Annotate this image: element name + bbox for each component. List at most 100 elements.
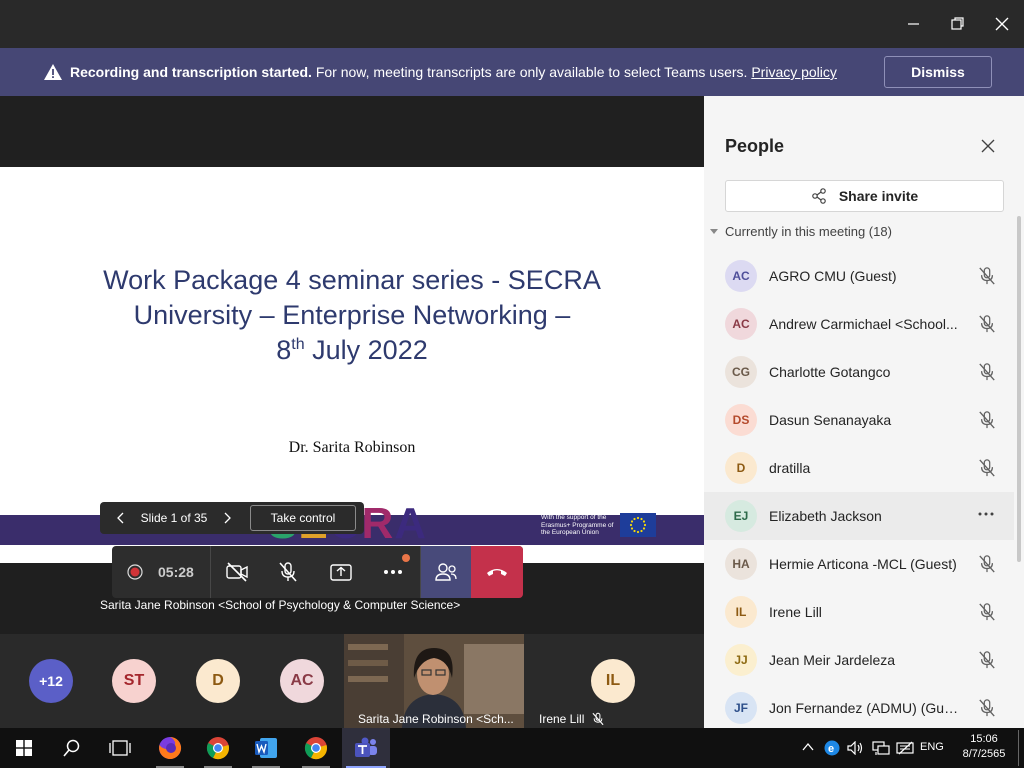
keyboard-icon[interactable] [896, 740, 914, 756]
slide-title-line-3: 8th July 2022 [0, 335, 704, 366]
slide-title-line-2: University – Enterprise Networking – [133, 300, 571, 330]
participant-row[interactable]: DS Dasun Senanayaka [704, 396, 1014, 444]
avatar: D [725, 452, 757, 484]
clock-time: 15:06 [970, 733, 998, 745]
search-button[interactable] [48, 728, 96, 768]
eu-flag-icon [620, 513, 656, 537]
participant-row[interactable]: IL Irene Lill [704, 588, 1014, 636]
participant-mic-status [978, 650, 996, 670]
hang-up-button[interactable] [471, 546, 523, 598]
participant-mic-status [978, 458, 996, 478]
participant-name: Dasun Senanayaka [769, 412, 892, 428]
share-content-button[interactable] [316, 546, 366, 598]
volume-icon[interactable] [847, 741, 865, 755]
avatar: DS [725, 404, 757, 436]
minimize-icon [908, 23, 919, 25]
svg-text:e: e [828, 743, 834, 755]
meeting-controls: 05:28 [112, 546, 523, 598]
participant-row[interactable]: CG Charlotte Gotangco [704, 348, 1014, 396]
meeting-section-header[interactable]: Currently in this meeting (18) [710, 224, 892, 239]
chrome-taskbar-button-2[interactable] [292, 728, 340, 768]
participant-name: Irene Lill [769, 604, 822, 620]
participant-more-button[interactable] [978, 512, 994, 516]
start-button[interactable] [0, 728, 48, 768]
tile-name-label: Irene Lill [539, 712, 585, 726]
participant-row[interactable]: AC Andrew Carmichael <School... [704, 300, 1014, 348]
chevron-up-icon[interactable] [802, 742, 814, 752]
privacy-policy-link[interactable]: Privacy policy [751, 64, 837, 80]
close-icon [981, 139, 995, 153]
participant-mic-status [978, 410, 996, 430]
participant-row[interactable]: EJ Elizabeth Jackson [704, 492, 1014, 540]
participant-row[interactable]: Ddratilla [704, 444, 1014, 492]
mic-off-icon [592, 712, 604, 726]
take-control-button[interactable]: Take control [250, 505, 356, 531]
avatar[interactable]: ST [112, 659, 156, 703]
word-taskbar-button[interactable] [242, 728, 290, 768]
participant-name: Charlotte Gotangco [769, 364, 891, 380]
participant-row[interactable]: JF Jon Fernandez (ADMU) (Gue... [704, 684, 1014, 732]
show-participants-button[interactable] [421, 546, 471, 598]
participant-row[interactable]: HA Hermie Articona -MCL (Guest) [704, 540, 1014, 588]
window-title-bar [0, 0, 1024, 48]
more-actions-button[interactable] [368, 546, 418, 598]
avatar: IL [725, 596, 757, 628]
input-language[interactable]: ENG [920, 741, 944, 753]
system-clock[interactable]: 15:06 8/7/2565 [956, 732, 1012, 762]
participant-mic-status [978, 266, 996, 286]
edge-tray-icon[interactable]: e [824, 740, 840, 756]
next-slide-button[interactable] [214, 502, 242, 534]
presenter-video-tile[interactable]: Sarita Jane Robinson <Sch... [344, 634, 524, 728]
restore-icon [951, 17, 964, 30]
people-panel: People Share invite Currently in this me… [704, 96, 1024, 728]
panel-scrollbar[interactable] [1017, 216, 1021, 562]
camera-off-icon [226, 562, 248, 582]
chrome-taskbar-button[interactable] [194, 728, 242, 768]
camera-toggle-button[interactable] [212, 546, 262, 598]
avatar: JF [725, 692, 757, 724]
participant-name: dratilla [769, 460, 811, 476]
participant-row[interactable]: JJ Jean Meir Jardeleza [704, 636, 1014, 684]
participant-tile-irene[interactable]: IL Irene Lill [524, 634, 704, 728]
clock-date: 8/7/2565 [962, 748, 1006, 760]
avatar[interactable]: AC [280, 659, 324, 703]
firefox-taskbar-button[interactable] [146, 728, 194, 768]
avatar[interactable]: D [196, 659, 240, 703]
slide-top-area [0, 96, 704, 167]
mic-off-icon [979, 363, 995, 381]
teams-icon [355, 737, 377, 757]
meeting-timer: 05:28 [158, 564, 194, 580]
mic-off-icon [979, 411, 995, 429]
participant-row[interactable]: AC AGRO CMU (Guest) [704, 252, 1014, 300]
participant-mic-status [978, 554, 996, 574]
slide-date-rest: July 2022 [304, 335, 428, 365]
task-view-button[interactable] [96, 728, 144, 768]
show-desktop-divider[interactable] [1018, 730, 1019, 766]
more-dots-icon [384, 570, 402, 574]
more-participants-badge[interactable]: +12 [29, 659, 73, 703]
teams-taskbar-button[interactable] [342, 728, 390, 768]
close-panel-button[interactable] [976, 134, 1000, 158]
slide-date-day: 8 [276, 335, 292, 365]
mic-off-icon [979, 699, 995, 717]
chrome-icon [304, 737, 327, 760]
chevron-right-icon [224, 512, 231, 524]
mic-off-icon [979, 315, 995, 333]
participant-name: Jean Meir Jardeleza [769, 652, 896, 668]
task-view-icon [109, 740, 131, 756]
share-invite-button[interactable]: Share invite [725, 180, 1004, 212]
video-tile-name: Sarita Jane Robinson <Sch... [358, 712, 514, 726]
share-tray-icon [330, 564, 352, 581]
mic-toggle-button[interactable] [263, 546, 313, 598]
dismiss-button[interactable]: Dismiss [884, 56, 992, 88]
close-window-button[interactable] [979, 0, 1024, 48]
minimize-button[interactable] [891, 0, 937, 48]
restore-button[interactable] [935, 0, 981, 48]
previous-slide-button[interactable] [106, 502, 134, 534]
word-icon [255, 738, 277, 758]
people-icon [435, 563, 457, 581]
network-icon[interactable] [872, 740, 890, 756]
participant-name: Elizabeth Jackson [769, 508, 882, 524]
slide-title-line-1: Work Package 4 seminar series - SECRA [103, 265, 601, 295]
close-icon [995, 17, 1009, 31]
